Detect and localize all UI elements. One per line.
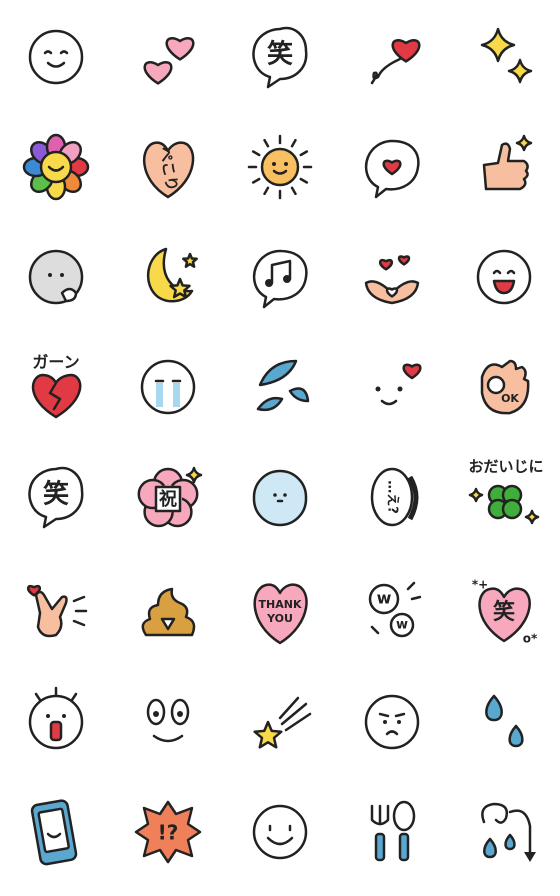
smile-face-icon xyxy=(28,29,84,85)
sticker-laugh-face-icon[interactable] xyxy=(454,227,554,327)
ok-hand-icon: OK xyxy=(480,359,530,415)
sticker-music-speech-icon[interactable] xyxy=(230,227,330,327)
speech-text-icon: 笑 xyxy=(252,26,308,89)
sticker-shooting-star-icon[interactable] xyxy=(230,672,330,772)
sticker-heart-text-icon[interactable]: ぺこり xyxy=(118,117,218,217)
poop-icon xyxy=(141,587,196,637)
svg-text:w: w xyxy=(377,589,392,608)
water-drops-icon xyxy=(485,694,524,748)
thumbs-up-icon xyxy=(482,134,533,191)
sticker-ok-hand-icon[interactable]: OK xyxy=(454,337,554,437)
sticker-clover-icon[interactable]: おだいじに xyxy=(454,447,554,547)
crying-face-icon xyxy=(140,359,196,415)
sticker-crying-face-icon[interactable] xyxy=(118,337,218,437)
sticker-thank-you-heart-icon[interactable]: THANK YOU xyxy=(230,561,330,661)
sparkles-icon xyxy=(480,27,533,84)
sticker-tears-face-icon[interactable] xyxy=(118,672,218,772)
sticker-smartphone-icon[interactable] xyxy=(6,782,106,882)
heart-speech-icon xyxy=(364,139,420,199)
sticker-spoon-fork-icon[interactable] xyxy=(342,782,442,882)
laugh-face-icon xyxy=(476,249,532,305)
sticker-sun-icon[interactable] xyxy=(230,117,330,217)
swirl-drops-icon xyxy=(481,802,536,862)
sticker-shocked-face-icon[interactable] xyxy=(6,672,106,772)
peace-hand-icon xyxy=(26,584,88,638)
svg-text:o*: o* xyxy=(523,632,538,646)
blue-face-icon xyxy=(252,469,308,527)
sticker-poop-icon[interactable] xyxy=(118,561,218,661)
two-hearts-icon xyxy=(143,37,195,85)
gray-face-icon xyxy=(28,249,84,305)
sticker-smile-face-icon[interactable] xyxy=(6,7,106,107)
sticker-swirl-drops-icon[interactable] xyxy=(454,782,554,882)
svg-text:ガーン: ガーン xyxy=(32,353,79,372)
speech-text-icon: 笑 xyxy=(28,466,84,529)
w-clouds-icon: ww xyxy=(368,581,422,638)
heart-balloon-icon xyxy=(370,39,421,85)
pink-heart-text-icon: 笑 *+ o* xyxy=(472,578,538,646)
sticker-heart-speech-icon[interactable] xyxy=(342,117,442,217)
music-speech-icon xyxy=(252,249,308,309)
svg-text:THANK: THANK xyxy=(259,598,302,611)
sticker-sakura-text-icon[interactable]: 祝 xyxy=(118,447,218,547)
sticker-exclaim-burst-icon[interactable]: !? xyxy=(118,782,218,882)
thank-you-heart-icon: THANKYOU xyxy=(253,583,308,645)
svg-text:笑: 笑 xyxy=(493,599,515,625)
svg-text:YOU: YOU xyxy=(266,612,293,625)
svg-text:*+: *+ xyxy=(472,578,488,592)
sticker-two-hearts-icon[interactable] xyxy=(118,7,218,107)
sticker-speech-text-icon[interactable]: 笑 xyxy=(230,7,330,107)
sticker-ellipsis-speech-icon[interactable]: …え? xyxy=(342,447,442,547)
wink-heart-face-icon xyxy=(375,363,422,406)
shocked-face-icon xyxy=(28,686,84,750)
sticker-worried-face-icon[interactable] xyxy=(342,672,442,772)
sticker-blue-face-icon[interactable] xyxy=(230,447,330,547)
sticker-big-smile-icon[interactable] xyxy=(230,782,330,882)
moon-stars-icon xyxy=(146,247,198,303)
svg-text:おだいじに: おだいじに xyxy=(468,458,543,476)
svg-text:!?: !? xyxy=(158,821,179,845)
broken-heart-icon: ガーン xyxy=(31,353,82,419)
svg-text:笑: 笑 xyxy=(267,39,293,70)
sticker-thumbs-up-icon[interactable] xyxy=(454,117,554,217)
clover-icon: おだいじに xyxy=(468,458,544,525)
sticker-pink-heart-text-icon[interactable]: 笑 *+ o* xyxy=(454,561,554,661)
sticker-broken-heart-icon[interactable]: ガーン xyxy=(6,337,106,437)
sticker-water-drops-icon[interactable] xyxy=(454,672,554,772)
worried-face-icon xyxy=(364,694,420,750)
svg-text:祝: 祝 xyxy=(159,488,177,510)
smartphone-icon xyxy=(30,799,78,866)
sticker-sparkles-icon[interactable] xyxy=(454,7,554,107)
exclaim-burst-icon: !? xyxy=(134,800,202,864)
svg-text:w: w xyxy=(396,618,408,633)
heart-hands-icon xyxy=(364,255,420,305)
sticker-w-clouds-icon[interactable]: ww xyxy=(342,561,442,661)
sticker-wink-heart-face-icon[interactable] xyxy=(342,337,442,437)
tears-face-icon xyxy=(146,698,190,743)
sun-icon xyxy=(247,134,313,200)
sweat-drops-icon xyxy=(256,359,310,412)
rainbow-flower-icon xyxy=(22,133,90,201)
svg-text:…え?: …え? xyxy=(385,480,400,514)
heart-text-icon: ぺこり xyxy=(142,141,195,199)
ellipsis-speech-icon: …え? xyxy=(370,467,419,527)
sticker-gray-face-icon[interactable] xyxy=(6,227,106,327)
sticker-grid: 笑ぺこり ガーン OK 笑祝 …え? おだいじに THANK YOU w w 笑 *+ o*!? xyxy=(0,0,560,896)
shooting-star-icon xyxy=(253,696,312,749)
sakura-text-icon: 祝 xyxy=(137,466,203,528)
big-smile-icon xyxy=(252,804,308,860)
spoon-fork-icon xyxy=(370,800,416,862)
sticker-sweat-drops-icon[interactable] xyxy=(230,337,330,437)
svg-text:OK: OK xyxy=(501,392,519,405)
sticker-moon-stars-icon[interactable] xyxy=(118,227,218,327)
sticker-rainbow-flower-icon[interactable] xyxy=(6,117,106,217)
sticker-heart-hands-icon[interactable] xyxy=(342,227,442,327)
sticker-heart-balloon-icon[interactable] xyxy=(342,7,442,107)
sticker-peace-hand-icon[interactable] xyxy=(6,561,106,661)
sticker-speech-text-icon[interactable]: 笑 xyxy=(6,447,106,547)
svg-text:笑: 笑 xyxy=(43,479,69,510)
